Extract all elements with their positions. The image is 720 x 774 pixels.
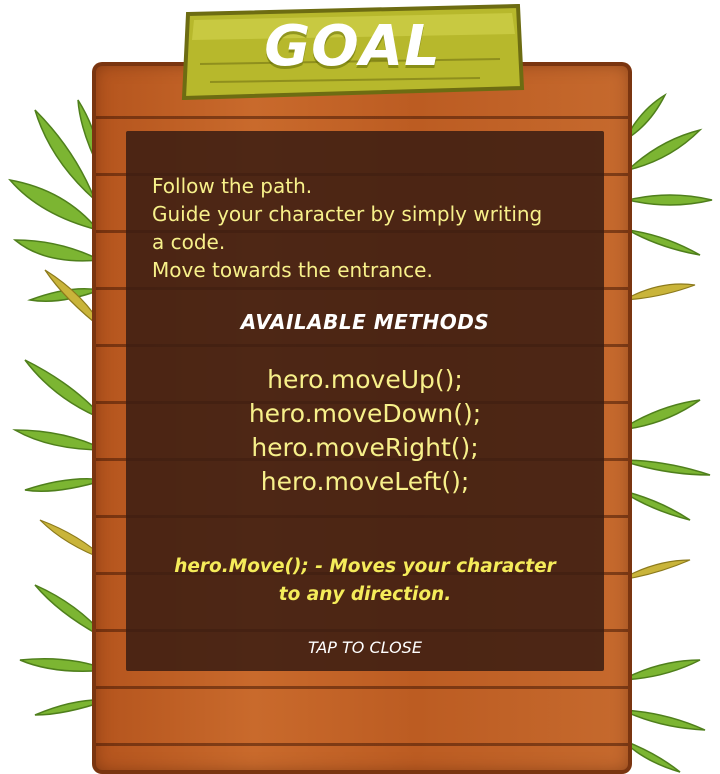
note-line: hero.Move(); - Moves your character xyxy=(174,556,556,577)
methods-heading: AVAILABLE METHODS xyxy=(240,310,490,334)
description-line: Guide your character by simply writing xyxy=(152,202,543,226)
methods-list: hero.moveUp(); hero.moveDown(); hero.mov… xyxy=(126,363,604,499)
note-line: to any direction. xyxy=(278,584,452,605)
page-title: GOAL xyxy=(264,14,441,79)
method-item: hero.moveDown(); xyxy=(248,399,482,428)
description-line: Move towards the entrance. xyxy=(152,258,433,282)
description-line: a code. xyxy=(152,230,226,254)
goal-description: Follow the path. Guide your character by… xyxy=(152,172,592,284)
method-item: hero.moveRight(); xyxy=(251,433,479,462)
move-method-note: hero.Move(); - Moves your character to a… xyxy=(126,553,604,609)
method-item: hero.moveUp(); xyxy=(267,365,463,394)
description-line: Follow the path. xyxy=(152,174,313,198)
goal-dialog: GOAL Follow the path. Guide your charact… xyxy=(0,0,720,774)
method-item: hero.moveLeft(); xyxy=(260,467,470,496)
tap-to-close-button[interactable]: TAP TO CLOSE xyxy=(126,638,604,657)
